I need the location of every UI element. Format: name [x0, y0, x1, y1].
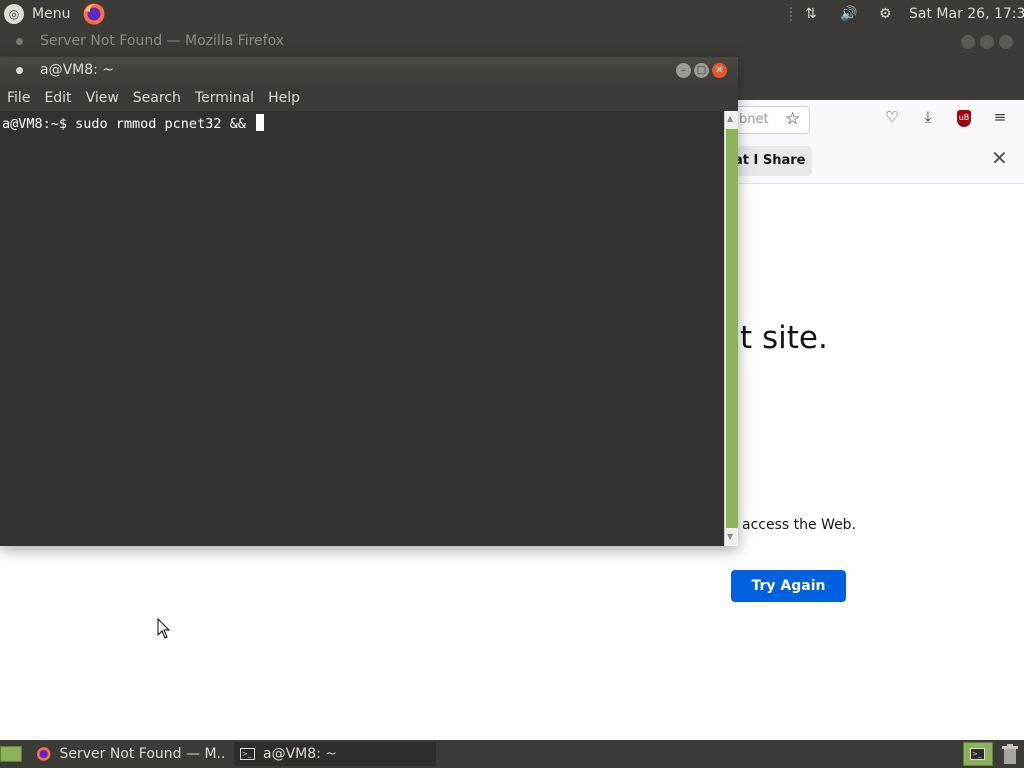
firefox-icon [36, 747, 51, 761]
error-text: access the Web. [742, 517, 857, 533]
menu-button[interactable]: ◎ Menu [4, 2, 70, 26]
close-icon[interactable] [999, 35, 1013, 49]
taskbar-item-terminal[interactable]: >_ a@VM8: ~ [234, 742, 436, 766]
volume-icon[interactable]: 🔊 [840, 0, 857, 28]
menu-terminal[interactable]: Terminal [195, 90, 254, 106]
menu-label: Menu [32, 6, 71, 22]
terminal-icon: >_ [240, 748, 255, 760]
minimize-icon[interactable] [961, 35, 975, 49]
close-icon[interactable]: ✕ [712, 63, 727, 78]
terminal-scrollbar[interactable]: ▲ ▼ [724, 111, 738, 546]
firefox-window-title: Server Not Found — Mozilla Firefox [40, 33, 285, 49]
window-menu-dot-icon [16, 38, 23, 45]
try-again-button[interactable]: Try Again [731, 570, 846, 602]
maximize-icon[interactable]: □ [694, 63, 709, 78]
bottom-panel: Server Not Found — M... >_ a@VM8: ~ >_ [0, 740, 1024, 768]
show-desktop-button[interactable] [0, 746, 22, 762]
text-cursor [255, 114, 264, 131]
top-panel: ◎ Menu ⇅ 🔊 ⚙ Sat Mar 26, 17:37 [0, 0, 1024, 28]
terminal-window-title: a@VM8: ~ [40, 62, 115, 78]
prompt-text: a@VM8:~$ sudo rmmod pcnet32 && [2, 116, 254, 132]
terminal-output[interactable]: a@VM8:~$ sudo rmmod pcnet32 && [0, 111, 724, 546]
scroll-up-icon[interactable]: ▲ [727, 114, 733, 123]
ublock-origin-icon[interactable]: uB [957, 110, 971, 127]
menu-search[interactable]: Search [133, 90, 181, 106]
ubuntu-logo-icon: ◎ [4, 4, 24, 24]
downloads-icon[interactable]: ⤓ [917, 108, 939, 126]
pocket-icon[interactable]: ♡ [881, 108, 903, 126]
scrollbar-thumb[interactable] [726, 129, 738, 528]
firefox-launcher-icon[interactable] [82, 2, 106, 26]
terminal-menubar: File Edit View Search Terminal Help [0, 85, 738, 111]
settings-icon[interactable]: ⚙ [879, 0, 892, 28]
workspace-switcher[interactable]: >_ [963, 742, 993, 766]
menu-help[interactable]: Help [268, 90, 300, 106]
network-icon[interactable]: ⇅ [805, 0, 817, 28]
taskbar-item-firefox[interactable]: Server Not Found — M... [30, 742, 230, 766]
panel-separator [790, 7, 792, 21]
close-icon[interactable]: ✕ [991, 146, 1008, 170]
taskbar-label: Server Not Found — M... [59, 746, 224, 762]
terminal-window: a@VM8: ~ – □ ✕ File Edit View Search Ter… [0, 57, 738, 546]
minimize-icon[interactable]: – [676, 63, 691, 78]
clock[interactable]: Sat Mar 26, 17:37 [909, 0, 1024, 28]
bookmark-star-icon[interactable]: ☆ [785, 109, 800, 129]
hamburger-menu-icon[interactable]: ≡ [989, 108, 1011, 126]
firefox-titlebar[interactable]: Server Not Found — Mozilla Firefox [0, 28, 1024, 56]
scroll-down-icon[interactable]: ▼ [727, 532, 733, 541]
taskbar-label: a@VM8: ~ [263, 746, 338, 762]
terminal-titlebar[interactable]: a@VM8: ~ – □ ✕ [0, 57, 738, 85]
menu-view[interactable]: View [86, 90, 119, 106]
trash-icon[interactable] [1001, 743, 1019, 765]
maximize-icon[interactable] [980, 35, 994, 49]
terminal-icon: >_ [970, 748, 985, 760]
mouse-pointer-icon [157, 618, 171, 639]
url-text: bnet [739, 112, 769, 127]
menu-file[interactable]: File [7, 90, 30, 106]
command-line[interactable]: a@VM8:~$ sudo rmmod pcnet32 && [2, 114, 264, 132]
menu-edit[interactable]: Edit [44, 90, 71, 106]
window-menu-dot-icon[interactable] [16, 67, 23, 74]
